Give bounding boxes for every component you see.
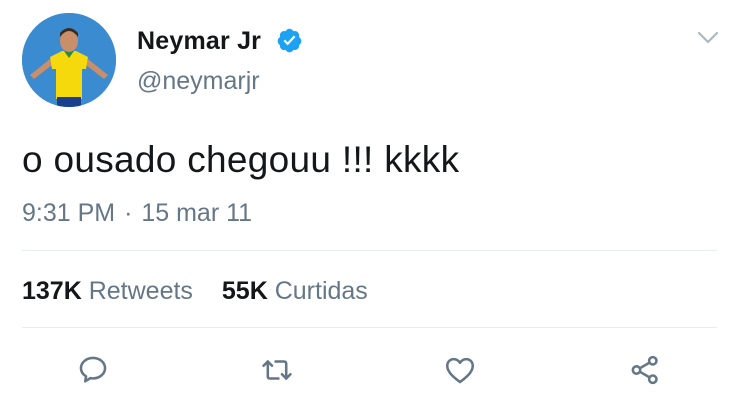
verified-badge-icon <box>277 28 302 53</box>
username-handle[interactable]: @neymarjr <box>137 67 260 96</box>
likes-count: 55K <box>221 277 268 305</box>
like-button[interactable] <box>443 353 477 387</box>
retweet-icon <box>262 360 292 380</box>
tweet-time: 9:31 PM <box>22 199 116 227</box>
tweet-date: 15 mar 11 <box>141 199 253 227</box>
display-name[interactable]: Neymar Jr <box>137 27 261 56</box>
retweet-button[interactable] <box>260 353 294 387</box>
reply-icon <box>79 356 107 383</box>
avatar-image <box>22 13 116 107</box>
tweet-card: Neymar Jr @neymarjr o ousado chegouu !!!… <box>0 0 739 415</box>
tweet-text: o ousado chegouu !!! kkkk <box>22 139 460 180</box>
share-button[interactable] <box>628 353 662 387</box>
timestamp[interactable]: 9:31 PM · 15 mar 11 <box>22 199 252 228</box>
retweets-stat[interactable]: 137K Retweets <box>22 277 193 306</box>
likes-label: Curtidas <box>274 277 368 305</box>
reply-button[interactable] <box>76 353 110 387</box>
heart-icon <box>445 357 475 384</box>
timestamp-separator: · <box>124 199 133 227</box>
engagement-stats: 137K Retweets 55K Curtidas <box>22 277 368 306</box>
divider <box>22 327 717 328</box>
divider <box>22 250 717 251</box>
share-icon <box>631 355 658 385</box>
chevron-down-icon[interactable] <box>696 28 720 48</box>
retweets-label: Retweets <box>88 277 193 305</box>
likes-stat[interactable]: 55K Curtidas <box>222 277 368 306</box>
avatar[interactable] <box>22 13 116 107</box>
retweets-count: 137K <box>22 277 82 305</box>
